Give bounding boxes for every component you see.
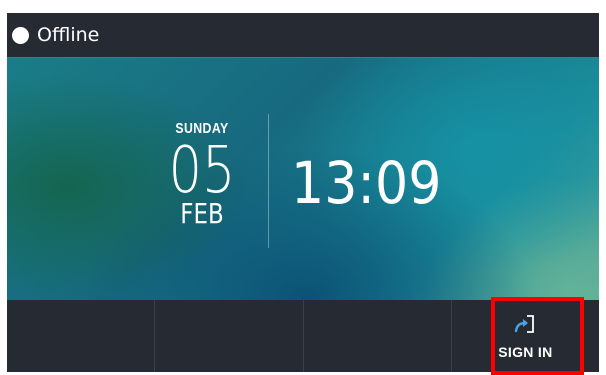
status-bar: Offline: [7, 13, 599, 57]
day-number: 05: [168, 134, 236, 208]
device-screen: Offline SUNDAY 05 FEB 13:09 SIGN IN: [7, 13, 599, 372]
status-indicator-icon: [12, 26, 29, 44]
bottom-slot-3[interactable]: [304, 300, 452, 372]
date-time-divider: [268, 114, 269, 248]
bottom-slot-1[interactable]: [7, 300, 156, 372]
bottom-bar: SIGN IN: [7, 300, 599, 372]
sign-in-label: SIGN IN: [498, 344, 553, 360]
month-label: FEB: [180, 197, 224, 230]
status-label: Offline: [37, 24, 100, 46]
sign-in-button[interactable]: SIGN IN: [452, 300, 599, 372]
time-display: 13:09: [291, 149, 442, 217]
sign-in-icon: [515, 315, 535, 333]
date-block: SUNDAY 05 FEB: [152, 120, 252, 229]
bottom-slot-2[interactable]: [155, 300, 304, 372]
clock-panel: SUNDAY 05 FEB 13:09: [7, 57, 599, 300]
